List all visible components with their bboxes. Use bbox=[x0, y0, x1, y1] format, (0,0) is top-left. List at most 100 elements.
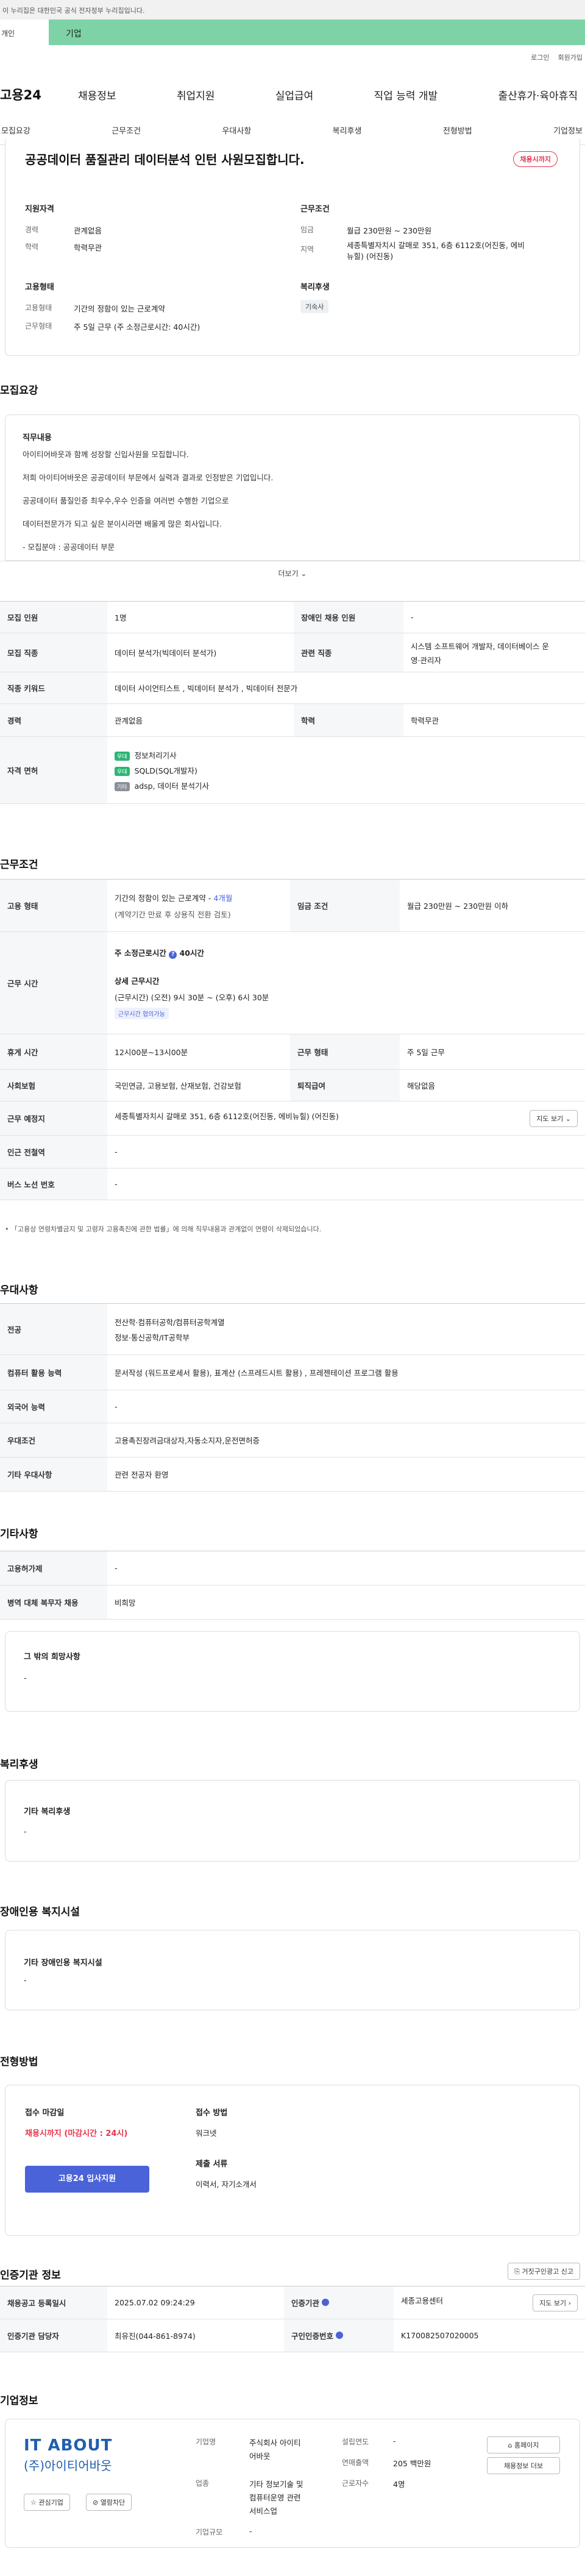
gnb-item-leave[interactable]: 출산휴가·육아휴직 bbox=[498, 87, 578, 102]
size-value: - bbox=[249, 2527, 252, 2536]
agency-table: 채용공고 등록일시 2025.07.02 09:24:29 인증기관 세종고용센터 지… bbox=[0, 2286, 585, 2352]
more-jobs-button[interactable]: 채용정보 더보 bbox=[487, 2457, 560, 2474]
company-heading: 기업정보 bbox=[0, 2395, 38, 2407]
loc-value: 세종특별자치시 갈매로 351, 6층 6112호(어진동, 에비 bbox=[347, 241, 525, 250]
bus-label: 버스 노선 번호 bbox=[0, 1168, 107, 1200]
wage-value: 월급 230만원 ~ 230만원 bbox=[347, 226, 432, 235]
edu2-value: 학력무관 bbox=[403, 703, 585, 737]
block-button[interactable]: ⊘ 열람차단 bbox=[86, 2494, 132, 2511]
global-nav: 채용정보 취업지원 실업급여 직업 능력 개발 출산휴가·육아휴직 bbox=[78, 87, 585, 102]
org-label: 인증기관 bbox=[284, 2286, 394, 2319]
apply-button[interactable]: 고용24 입사지원 bbox=[25, 2166, 149, 2193]
gnb-item-jobs[interactable]: 채용정보 bbox=[78, 87, 116, 102]
tab-corporate[interactable]: 기업 bbox=[49, 20, 122, 45]
info-icon[interactable] bbox=[322, 2299, 330, 2306]
welfare-heading: 복리후생 bbox=[0, 1759, 38, 1771]
lic-list: 우대 정보처리기사 우대 SQLD(SQL개발자) 기타 adsp, 데이터 분석기사 bbox=[107, 736, 585, 804]
org-value: 세종고용센터 지도 보기 › bbox=[394, 2286, 585, 2319]
dis-value: - bbox=[403, 601, 585, 633]
tab-personal[interactable]: 개인 bbox=[0, 20, 49, 45]
work-label: 근무형태 bbox=[25, 322, 52, 330]
homepage-button[interactable]: ⌂ 홈페이지 bbox=[487, 2436, 560, 2453]
wage-cond-value: 월급 230만원 ~ 230만원 이하 bbox=[400, 879, 585, 932]
emp-month: 4개월 bbox=[213, 893, 233, 903]
hope-value: - bbox=[24, 1673, 27, 1682]
emp-type-text: 기간의 정함이 있는 근로계약 - bbox=[115, 893, 214, 903]
fav-button[interactable]: ☆ 관심기업 bbox=[24, 2494, 70, 2511]
mgr-label: 인증기관 담당자 bbox=[0, 2319, 107, 2352]
rest-value: 12시00분~13시00분 bbox=[107, 1034, 290, 1070]
detail-value: (근무시간) (오전) 9시 30분 ~ (오후) 6시 30분 bbox=[115, 993, 269, 1002]
employees-value: 4명 bbox=[393, 2480, 405, 2489]
home-icon: ⌂ bbox=[508, 2441, 514, 2449]
time-value: 주 소정근로시간 ? 40시간 상세 근무시간 (근무시간) (오전) 9시 3… bbox=[107, 931, 585, 1034]
lic-label: 자격 면허 bbox=[0, 736, 107, 804]
report-icon: ⎘ bbox=[514, 2268, 522, 2275]
num-label-text: 구인인증번호 bbox=[291, 2332, 334, 2341]
org-label-text: 인증기관 bbox=[291, 2299, 320, 2308]
lic-tag: 우대 bbox=[115, 767, 130, 776]
rel-line: 영·관리자 bbox=[411, 655, 441, 665]
other-table: 고용허가제 - 병역 대체 복무자 채용 비희망 bbox=[0, 1551, 585, 1620]
time-label: 근무 시간 bbox=[0, 931, 107, 1034]
pref-heading: 우대사항 bbox=[0, 1284, 38, 1297]
map-button[interactable]: 지도 보기 ⌄ bbox=[530, 1109, 578, 1127]
duty-line: 데이터전문가가 되고 싶은 분이시라면 배울게 많은 회사입니다. bbox=[23, 519, 222, 528]
co-name-line: 어바웃 bbox=[249, 2452, 271, 2461]
bus-value: - bbox=[107, 1168, 585, 1200]
rel-value: 시스템 소프트웨어 개발자, 데이터베이스 운 영·관리자 bbox=[403, 633, 585, 672]
ins-value: 국민연금, 고용보험, 산재보험, 건강보험 bbox=[107, 1069, 290, 1101]
loc-value-2: 뉴힐) (어진동) bbox=[347, 252, 394, 261]
lic-item: 기타 adsp, 데이터 분석기사 bbox=[115, 780, 578, 791]
agency-map-button[interactable]: 지도 보기 › bbox=[533, 2294, 578, 2311]
login-link[interactable]: 로그인 bbox=[531, 52, 549, 62]
lic-tag: 기타 bbox=[115, 782, 130, 791]
wage-cond-label: 임금 조건 bbox=[290, 879, 400, 932]
sel-card: 접수 마감일 채용시까지 (마감시간 : 24시) 고용24 입사지원 접수 방… bbox=[5, 2085, 580, 2236]
place-label: 근무 예정지 bbox=[0, 1101, 107, 1136]
util-links: 로그인 회원가입 bbox=[531, 52, 583, 62]
military-value: 비희망 bbox=[107, 1585, 585, 1620]
block-icon: ⊘ bbox=[93, 2499, 101, 2507]
fav-label: 관심기업 bbox=[38, 2499, 63, 2507]
info-icon[interactable]: ? bbox=[169, 951, 177, 959]
rest-label: 휴게 시간 bbox=[0, 1034, 107, 1070]
sel-heading: 전형방법 bbox=[0, 2056, 38, 2068]
emp-type-label: 고용 형태 bbox=[0, 879, 107, 932]
brand-logo[interactable]: 고용24 bbox=[0, 85, 41, 104]
gnb-item-unemployment[interactable]: 실업급여 bbox=[275, 87, 314, 102]
cnt-label: 모집 인원 bbox=[0, 601, 107, 633]
gnb-item-employment[interactable]: 취업지원 bbox=[177, 87, 215, 102]
industry-line: 기타 정보기술 및 bbox=[249, 2480, 303, 2489]
wel-heading: 복리후생 bbox=[300, 283, 330, 292]
industry-value: 기타 정보기술 및 컴퓨터운영 관련 서비스업 bbox=[249, 2478, 303, 2518]
deadline-value: 채용시까지 (마감시간 : 24시) bbox=[25, 2129, 128, 2138]
block-label: 열람차단 bbox=[100, 2499, 126, 2507]
detail-heading: 상세 근무시간 bbox=[115, 977, 160, 986]
week-label: 주 소정근로시간 bbox=[115, 948, 166, 958]
homepage-label: 홈페이지 bbox=[514, 2441, 539, 2449]
gnb-item-training[interactable]: 직업 능력 개발 bbox=[374, 87, 438, 102]
permit-label: 고용허가제 bbox=[0, 1551, 107, 1585]
emp-value: 기간의 정함이 있는 근로계약 bbox=[74, 304, 165, 313]
info-icon[interactable] bbox=[336, 2332, 344, 2339]
wage-label: 임금 bbox=[300, 226, 314, 234]
recruit-heading: 모집요강 bbox=[0, 385, 38, 397]
report-button[interactable]: ⎘ 거짓구인광고 신고 bbox=[508, 2263, 580, 2280]
join-link[interactable]: 회원가입 bbox=[558, 52, 583, 62]
ret-label: 퇴직급여 bbox=[290, 1069, 400, 1101]
duty-text: 아이티어바웃과 함께 성장할 신입사원을 모집합니다. 저희 아이티어바웃은 공… bbox=[23, 443, 273, 559]
car-label: 경력 bbox=[0, 703, 107, 737]
edu2-label: 학력 bbox=[294, 703, 403, 737]
lic-name: 정보처리기사 bbox=[134, 751, 177, 760]
duty-line: 저희 아이티어바웃은 공공데이터 부문에서 실력과 결과로 인정받은 기업입니다… bbox=[23, 473, 274, 482]
kw-value: 데이터 사이언티스트 , 빅데이터 분석가 , 빅데이터 전문가 bbox=[107, 672, 585, 704]
military-label: 병역 대체 복무자 채용 bbox=[0, 1585, 107, 1620]
cond-section-heading: 근무조건 bbox=[0, 859, 38, 871]
more-button[interactable]: 더보기 ⌄ bbox=[0, 561, 585, 583]
welfare-value: - bbox=[24, 1827, 27, 1836]
emp-label: 고용형태 bbox=[25, 304, 52, 312]
form-value: 주 5일 근무 bbox=[400, 1034, 585, 1070]
welfare-sub: 기타 복리후생 bbox=[24, 1807, 71, 1816]
pref-cond-label: 우대조건 bbox=[0, 1423, 107, 1457]
